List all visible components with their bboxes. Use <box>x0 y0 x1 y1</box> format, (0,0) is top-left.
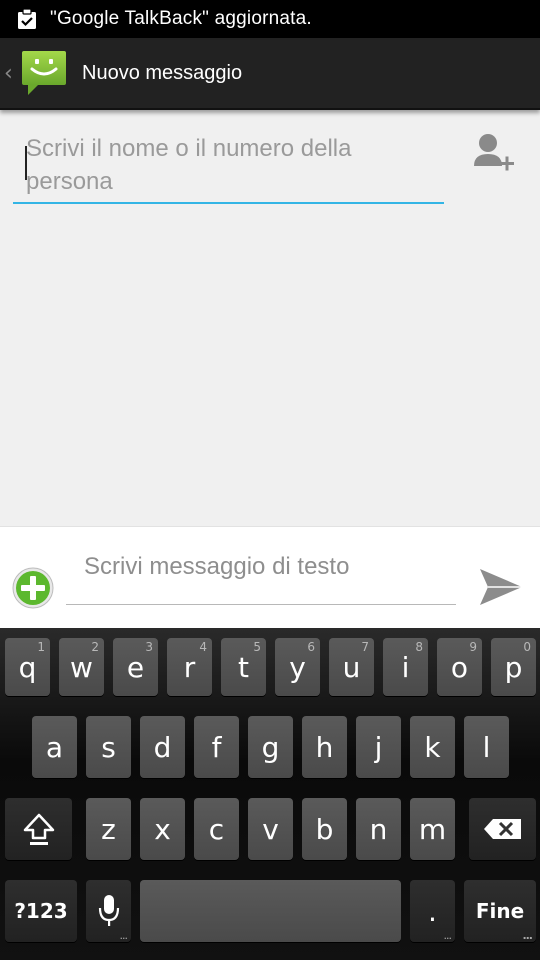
page-title: Nuovo messaggio <box>82 61 243 84</box>
key-c[interactable]: c <box>194 798 239 860</box>
key-label: e <box>126 650 145 684</box>
key-hint: 9 <box>469 640 477 654</box>
key-l[interactable]: l <box>464 716 509 778</box>
key-m[interactable]: m <box>410 798 455 860</box>
key-u[interactable]: u7 <box>329 638 374 696</box>
key-label: w <box>70 650 93 684</box>
shift-key[interactable] <box>5 798 72 860</box>
key-label: . <box>428 894 437 928</box>
key-label: b <box>315 812 334 846</box>
action-bar: ‹ Nuovo messaggio <box>0 38 540 110</box>
add-person-icon[interactable] <box>472 132 518 178</box>
key-label: g <box>261 730 280 764</box>
send-icon[interactable] <box>478 565 524 609</box>
key-hint: 0 <box>523 640 531 654</box>
key-label: p <box>504 650 523 684</box>
key-label: y <box>289 650 306 684</box>
key-label: x <box>154 812 171 846</box>
key-f[interactable]: f <box>194 716 239 778</box>
space-key[interactable] <box>140 880 401 942</box>
key-o[interactable]: o9 <box>437 638 482 696</box>
key-x[interactable]: x <box>140 798 185 860</box>
key-label: c <box>208 812 225 846</box>
clipboard-check-icon <box>18 8 36 29</box>
recipient-placeholder[interactable]: Scrivi il nome o il numero della persona <box>26 132 436 198</box>
key-label: o <box>450 650 469 684</box>
key-a[interactable]: a <box>32 716 77 778</box>
key-hint: 7 <box>361 640 369 654</box>
key-p[interactable]: p0 <box>491 638 536 696</box>
key-label: u <box>342 650 361 684</box>
recipient-field[interactable]: Scrivi il nome o il numero della persona <box>13 130 444 204</box>
key-w[interactable]: w2 <box>59 638 104 696</box>
key-label: d <box>153 730 172 764</box>
key-hint: 5 <box>253 640 261 654</box>
messaging-smiley-icon[interactable] <box>20 48 68 98</box>
key-j[interactable]: j <box>356 716 401 778</box>
key-g[interactable]: g <box>248 716 293 778</box>
key-label: t <box>238 650 249 684</box>
key-label: f <box>211 730 222 764</box>
key-hint: 4 <box>199 640 207 654</box>
key-i[interactable]: i8 <box>383 638 428 696</box>
key-y[interactable]: y6 <box>275 638 320 696</box>
key-h[interactable]: h <box>302 716 347 778</box>
key-label: r <box>183 650 196 684</box>
status-bar: "Google TalkBack" aggiornata. <box>0 0 540 38</box>
mic-key[interactable]: ... <box>86 880 131 942</box>
key-label: h <box>315 730 334 764</box>
key-label: j <box>374 730 383 764</box>
key-label: m <box>418 812 447 846</box>
microphone-icon <box>98 895 119 926</box>
key-e[interactable]: e3 <box>113 638 158 696</box>
key-s[interactable]: s <box>86 716 131 778</box>
more-dots-icon: ... <box>522 929 533 942</box>
key-hint: 3 <box>145 640 153 654</box>
key-k[interactable]: k <box>410 716 455 778</box>
key-label: ?123 <box>14 899 68 923</box>
compose-bar: Scrivi messaggio di testo <box>0 526 540 628</box>
key-label: a <box>45 730 64 764</box>
key-label: q <box>18 650 37 684</box>
key-d[interactable]: d <box>140 716 185 778</box>
key-label: l <box>482 730 491 764</box>
key-label: s <box>101 730 116 764</box>
period-key[interactable]: .... <box>410 880 455 942</box>
chevron-left-icon[interactable]: ‹ <box>4 61 18 86</box>
key-label: v <box>262 812 279 846</box>
key-v[interactable]: v <box>248 798 293 860</box>
key-hint: 2 <box>91 640 99 654</box>
plus-circle-icon[interactable] <box>12 567 54 609</box>
key-n[interactable]: n <box>356 798 401 860</box>
key-label: k <box>424 730 441 764</box>
backspace-icon <box>483 819 521 839</box>
key-hint: 1 <box>37 640 45 654</box>
key-r[interactable]: r4 <box>167 638 212 696</box>
key-t[interactable]: t5 <box>221 638 266 696</box>
done-key[interactable]: Fine... <box>464 880 536 942</box>
key-hint: 8 <box>415 640 423 654</box>
more-dots-icon: ... <box>119 929 128 942</box>
symbols-key[interactable]: ?123 <box>5 880 77 942</box>
key-label: z <box>101 812 116 846</box>
key-b[interactable]: b <box>302 798 347 860</box>
message-field[interactable]: Scrivi messaggio di testo <box>66 549 456 605</box>
shift-icon <box>23 813 54 845</box>
key-z[interactable]: z <box>86 798 131 860</box>
key-label: Fine <box>475 899 525 923</box>
key-q[interactable]: q1 <box>5 638 50 696</box>
key-label: i <box>401 650 410 684</box>
soft-keyboard: q1 w2 e3 r4 t5 y6 u7 i8 o9 p0 a s d f g … <box>0 628 540 960</box>
backspace-key[interactable] <box>469 798 536 860</box>
key-label: n <box>369 812 388 846</box>
more-dots-icon: ... <box>443 929 452 942</box>
key-hint: 6 <box>307 640 315 654</box>
message-placeholder[interactable]: Scrivi messaggio di testo <box>84 553 349 581</box>
recipient-area: Scrivi il nome o il numero della persona <box>0 110 540 526</box>
status-notification-text: "Google TalkBack" aggiornata. <box>50 8 312 29</box>
